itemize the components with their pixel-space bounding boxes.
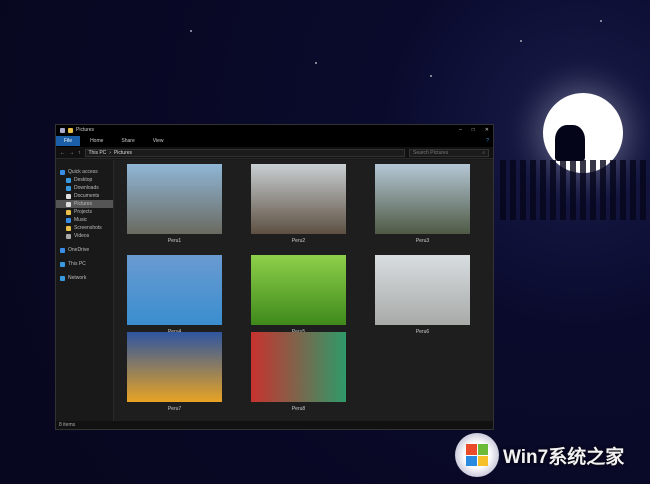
sidebar-item-label: Screenshots — [74, 225, 102, 231]
image-thumbnail — [251, 164, 346, 234]
file-item[interactable]: Peru2 — [251, 164, 346, 244]
file-item[interactable]: Peru4 — [127, 255, 222, 335]
search-placeholder: Search Pictures — [413, 149, 449, 156]
file-name: Peru1 — [167, 238, 182, 244]
help-icon[interactable]: ? — [486, 138, 489, 144]
sidebar-item[interactable]: Projects — [56, 208, 113, 216]
image-thumbnail — [251, 255, 346, 325]
sidebar-item-label: Documents — [74, 193, 100, 199]
image-thumbnail — [375, 255, 470, 325]
file-item[interactable]: Peru5 — [251, 255, 346, 335]
search-icon: ⌕ — [482, 149, 485, 156]
navigation-pane: Quick access Desktop Downloads Documents Pic… — [56, 160, 114, 421]
watermark: Win7系统之家 — [455, 433, 624, 477]
sidebar-item-label: Projects — [74, 209, 93, 215]
file-item[interactable]: Peru7 — [127, 332, 222, 412]
search-input[interactable]: Search Pictures ⌕ — [409, 148, 489, 157]
file-item[interactable]: Peru3 — [375, 164, 470, 244]
quick-access-toolbar-icon[interactable] — [68, 127, 73, 133]
sidebar-item-label: Quick access — [68, 169, 98, 175]
status-bar: 8 items — [56, 421, 493, 429]
forward-icon[interactable]: → — [69, 150, 74, 156]
sidebar-item-label: Downloads — [74, 185, 99, 191]
sidebar-item-label: This PC — [68, 261, 86, 267]
sidebar-item-label: Network — [68, 275, 87, 281]
file-item[interactable]: Peru8 — [251, 332, 346, 412]
title-bar: Pictures – □ ✕ — [56, 125, 493, 135]
maximize-button[interactable]: □ — [472, 127, 475, 133]
item-count: 8 items — [59, 422, 76, 428]
sidebar-item-icon — [66, 201, 71, 207]
file-explorer-window: Pictures – □ ✕ File Home Share View ? ← → ↑ … — [55, 124, 494, 430]
close-button[interactable]: ✕ — [485, 127, 489, 133]
sidebar-item-icon — [66, 193, 71, 199]
file-name: Peru3 — [415, 238, 430, 244]
file-item[interactable]: Peru1 — [127, 164, 222, 244]
sidebar-item[interactable]: Music — [56, 216, 113, 224]
sidebar-item[interactable]: Videos — [56, 232, 113, 240]
tab-file[interactable]: File — [56, 136, 81, 146]
tab-home[interactable]: Home — [82, 136, 111, 146]
sidebar-item-icon — [66, 185, 71, 191]
file-name: Peru7 — [167, 406, 182, 412]
sidebar-item-icon — [66, 233, 71, 239]
image-thumbnail — [375, 164, 470, 234]
image-thumbnail — [127, 332, 222, 402]
address-bar[interactable]: This PC › Pictures — [84, 148, 405, 157]
image-thumbnail — [251, 332, 346, 402]
sidebar-item-icon — [60, 261, 65, 267]
sidebar-item-icon — [66, 209, 71, 215]
back-icon[interactable]: ← — [60, 150, 65, 156]
sidebar-item-icon — [60, 247, 65, 253]
ribbon-tabs: File Home Share View ? — [56, 135, 493, 147]
path-pictures[interactable]: Pictures — [114, 150, 132, 156]
sidebar-item-icon — [66, 177, 71, 183]
sidebar-item-icon — [60, 169, 65, 175]
folder-icon — [60, 127, 65, 133]
cat-silhouette — [555, 125, 585, 161]
sidebar-item[interactable]: This PC — [56, 260, 113, 268]
sidebar-item[interactable]: Downloads — [56, 184, 113, 192]
sidebar-item[interactable]: Pictures — [56, 200, 113, 208]
sidebar-item-label: Music — [74, 217, 88, 223]
image-thumbnail — [127, 255, 222, 325]
sidebar-item[interactable]: OneDrive — [56, 246, 113, 254]
file-name: Peru8 — [291, 406, 306, 412]
sidebar-item-label: Desktop — [74, 177, 93, 183]
sidebar-item[interactable]: Network — [56, 274, 113, 282]
address-bar-row: ← → ↑ This PC › Pictures Search Pictures ⌕ — [56, 147, 493, 159]
sidebar-item-icon — [66, 217, 71, 223]
sidebar-item-label: OneDrive — [68, 247, 90, 253]
window-title: Pictures — [76, 127, 95, 133]
sidebar-item[interactable]: Documents — [56, 192, 113, 200]
sidebar-item-icon — [66, 225, 71, 231]
sidebar-item-label: Pictures — [74, 201, 93, 207]
up-icon[interactable]: ↑ — [78, 150, 81, 156]
file-name: Peru6 — [415, 329, 430, 335]
sidebar-item-icon — [60, 275, 65, 281]
sidebar-item-label: Videos — [74, 233, 90, 239]
path-this-pc[interactable]: This PC — [89, 150, 107, 156]
image-thumbnail — [127, 164, 222, 234]
tab-view[interactable]: View — [145, 136, 172, 146]
sidebar-item[interactable]: Desktop — [56, 176, 113, 184]
fence — [500, 160, 650, 220]
minimize-button[interactable]: – — [459, 127, 462, 133]
file-name: Peru2 — [291, 238, 306, 244]
windows-logo-icon — [455, 433, 499, 477]
file-item[interactable]: Peru6 — [375, 255, 470, 335]
watermark-text: Win7系统之家 — [503, 446, 625, 468]
sidebar-item[interactable]: Screenshots — [56, 224, 113, 232]
file-grid: Peru1 Peru2 Peru3 Peru4 Peru5 Peru6 Peru7 Peru8 — [114, 160, 493, 421]
tab-share[interactable]: Share — [113, 136, 142, 146]
sidebar-item[interactable]: Quick access — [56, 168, 113, 176]
